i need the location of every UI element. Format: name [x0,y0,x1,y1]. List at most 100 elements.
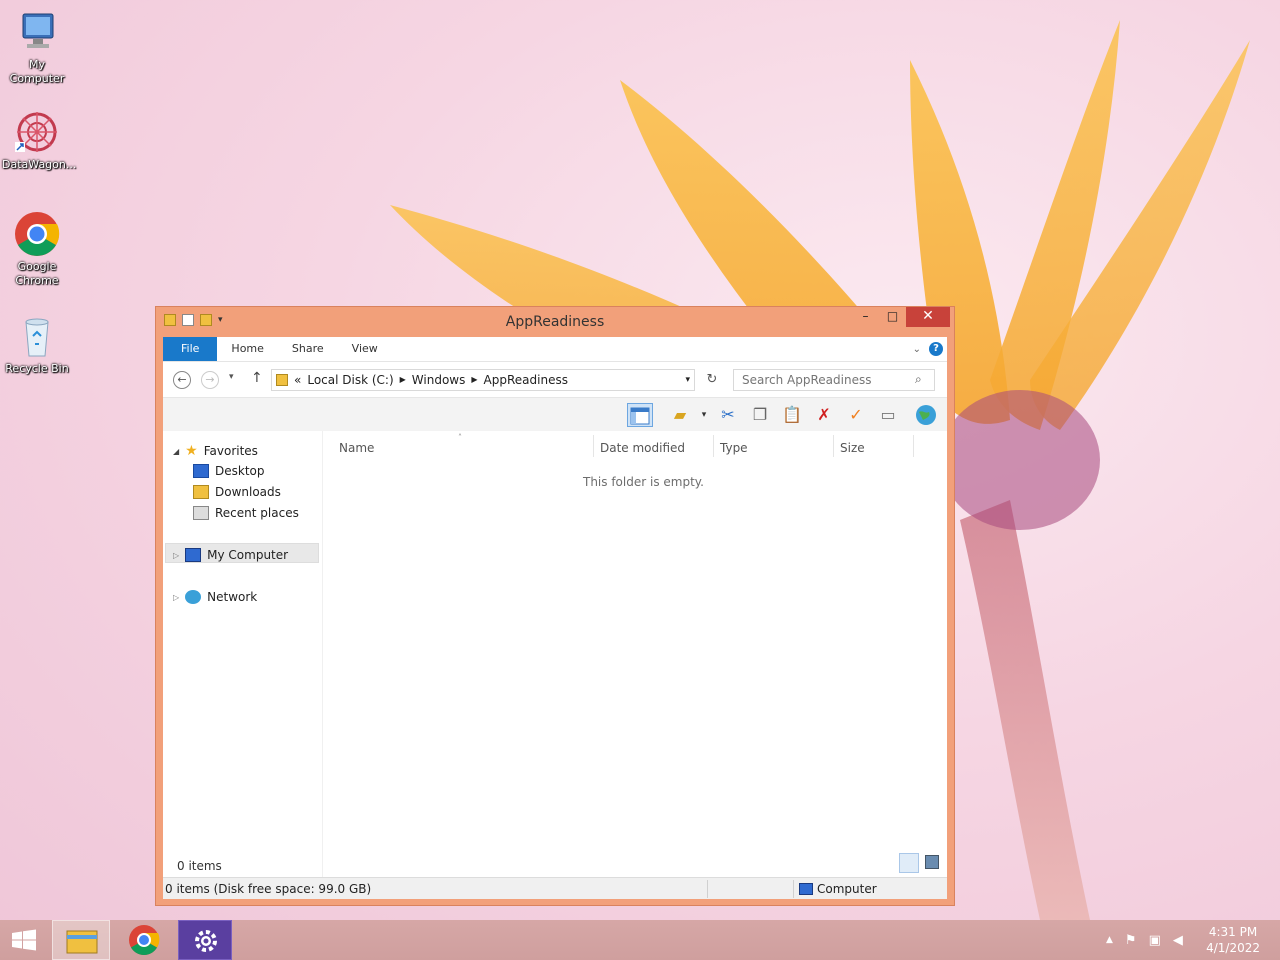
desktop-icon-label: Recycle Bin [5,362,69,375]
taskbar-chrome[interactable] [116,920,172,960]
cut-icon[interactable]: ✂ [715,403,741,427]
nav-label: Network [207,590,258,604]
sort-arrow-icon: ˄ [458,433,462,442]
column-divider[interactable] [593,435,594,457]
recent-places-icon [193,506,209,520]
properties-icon[interactable]: ▭ [875,403,901,427]
copy-icon[interactable]: ❐ [747,403,773,427]
desktop-icon-datawagon[interactable]: DataWagon... [2,108,76,172]
desktop-icon-label: My Computer [9,58,65,85]
nav-favorites[interactable]: ◢ ★ Favorites [173,443,258,459]
chrome-icon [129,925,160,956]
desktop-icon-google-chrome[interactable]: Google Chrome [2,210,72,288]
expand-arrow-icon[interactable]: ▷ [173,551,179,560]
ribbon-tabs: File Home Share View ⌄ ? [163,337,947,361]
expand-arrow-icon[interactable]: ▷ [173,593,179,602]
address-bar-row: ← → ▾ ↑ « Local Disk (C:) ▶ Windows ▶ Ap… [163,361,947,397]
nav-label: Recent places [215,506,299,520]
file-explorer-icon [66,930,98,954]
maximize-button[interactable]: □ [879,307,906,327]
clock-date: 4/1/2022 [1206,941,1260,955]
tab-share[interactable]: Share [278,337,338,361]
nav-downloads[interactable]: Downloads [193,485,281,499]
clock-time: 4:31 PM [1208,925,1258,939]
globe-icon[interactable] [913,403,939,427]
breadcrumb-windows[interactable]: Windows [412,370,466,390]
taskbar: ▲ ⚑ ▣ ◀ 4:31 PM 4/1/2022 [0,920,1280,960]
command-toolbar: ▰ ▾ ✂ ❐ 📋 ✗ ✓ ▭ [163,397,947,431]
explorer-window[interactable]: ▾ AppReadiness – □ ✕ File Home Share Vie… [155,306,955,906]
content-area: ◢ ★ Favorites Desktop Downloads Recent p… [163,431,947,877]
address-field[interactable]: « Local Disk (C:) ▶ Windows ▶ AppReadine… [271,369,695,391]
nav-label: Desktop [215,464,265,478]
recent-locations-chevron-icon[interactable]: ▾ [229,372,234,382]
close-button[interactable]: ✕ [906,307,950,327]
refresh-icon[interactable]: ↻ [701,370,723,392]
nav-label: Favorites [203,444,258,458]
up-arrow-icon[interactable]: ↑ [251,370,263,386]
column-divider[interactable] [913,435,914,457]
nav-network[interactable]: ▷ Network [173,590,257,604]
action-center-flag-icon[interactable]: ⚑ [1125,933,1137,948]
desktop-icon-my-computer[interactable]: My Computer [2,8,72,86]
address-overflow[interactable]: « [294,370,301,390]
column-date-modified[interactable]: Date modified [600,441,685,455]
system-tray: ▲ ⚑ ▣ ◀ [1106,920,1183,960]
breadcrumb-appreadiness[interactable]: AppReadiness [484,370,568,390]
desktop-icon [193,464,209,478]
search-icon[interactable]: ⌕ [915,372,922,387]
chevron-right-icon[interactable]: ▶ [400,370,406,390]
address-dropdown-icon[interactable]: ▾ [685,370,690,390]
status-divider [707,880,708,898]
nav-label: My Computer [207,548,289,562]
details-view-icon[interactable] [899,853,919,873]
nav-recent-places[interactable]: Recent places [193,506,299,520]
new-folder-icon[interactable]: ▰ [667,403,693,427]
navigation-pane[interactable]: ◢ ★ Favorites Desktop Downloads Recent p… [163,431,323,877]
nav-desktop[interactable]: Desktop [193,464,265,478]
paste-icon[interactable]: 📋 [779,403,805,427]
expand-arrow-icon[interactable]: ◢ [173,447,179,456]
status-divider [793,880,794,898]
nav-label: Downloads [215,485,281,499]
chevron-right-icon[interactable]: ▶ [471,370,477,390]
empty-folder-message: This folder is empty. [583,475,704,489]
start-button[interactable] [8,920,40,960]
minimize-button[interactable]: – [852,307,879,327]
network-status-icon[interactable]: ▣ [1149,933,1161,948]
computer-icon [185,548,202,562]
tab-file[interactable]: File [163,337,218,361]
show-hidden-icons-icon[interactable]: ▲ [1106,935,1113,945]
volume-muted-icon[interactable]: ◀ [1173,933,1183,948]
expand-ribbon-icon[interactable]: ⌄ [913,344,921,355]
column-divider[interactable] [833,435,834,457]
taskbar-settings-app[interactable] [178,920,232,960]
nav-my-computer[interactable]: ▷ My Computer [173,548,288,562]
star-icon: ★ [185,443,198,459]
column-divider[interactable] [713,435,714,457]
back-arrow-icon[interactable]: ← [173,371,191,389]
breadcrumb-local-disk[interactable]: Local Disk (C:) [307,370,393,390]
status-zone-label: Computer [817,882,877,896]
chevron-down-icon[interactable]: ▾ [691,403,717,427]
help-icon[interactable]: ? [929,342,943,356]
network-icon [185,590,202,604]
desktop-icon-recycle-bin[interactable]: Recycle Bin [2,312,72,376]
tab-view[interactable]: View [338,337,392,361]
search-input[interactable] [733,369,935,391]
column-type[interactable]: Type [720,441,748,455]
delete-icon[interactable]: ✗ [811,403,837,427]
window-controls: – □ ✕ [852,307,950,327]
taskbar-clock[interactable]: 4:31 PM 4/1/2022 [1206,924,1260,956]
title-bar[interactable]: ▾ AppReadiness – □ ✕ [156,307,954,337]
status-zone: Computer [799,882,877,896]
rename-check-icon[interactable]: ✓ [843,403,869,427]
forward-arrow-icon[interactable]: → [201,371,219,389]
column-size[interactable]: Size [840,441,865,455]
downloads-folder-icon [193,485,209,499]
preview-pane-icon[interactable] [627,403,653,427]
column-name[interactable]: Name [339,441,374,455]
taskbar-file-explorer[interactable] [52,920,110,960]
tab-home[interactable]: Home [217,337,277,361]
large-icons-view-icon[interactable] [925,855,939,869]
